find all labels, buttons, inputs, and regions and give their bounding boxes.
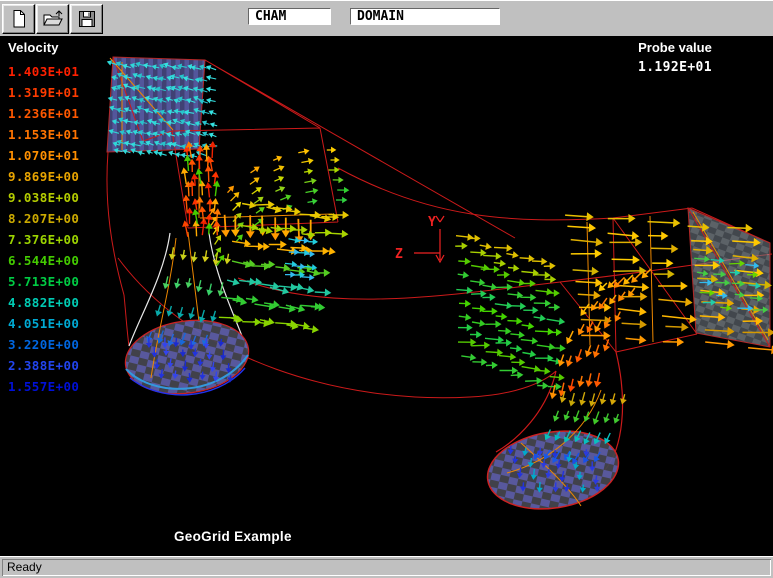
save-floppy-icon [77, 9, 97, 29]
app-window: YZ Velocity 1.403E+01 1.319E+01 1.236E+0… [0, 0, 773, 578]
center-slab-vectors [455, 235, 564, 389]
legend-value: 1.557E+00 [8, 376, 79, 397]
cham-field[interactable] [248, 8, 331, 25]
legend-value: 1.070E+01 [8, 145, 79, 166]
legend-value: 9.038E+00 [8, 187, 79, 208]
status-bar: Ready [0, 556, 773, 578]
open-file-button[interactable] [36, 4, 69, 34]
legend-value: 1.319E+01 [8, 82, 79, 103]
save-file-button[interactable] [70, 4, 103, 34]
domain-field[interactable] [350, 8, 500, 25]
plot-caption: GeoGrid Example [174, 529, 292, 544]
probe-label: Probe value [605, 40, 745, 55]
legend-value: 9.869E+00 [8, 166, 79, 187]
vector-plot-canvas[interactable]: YZ [0, 36, 773, 556]
legend-value: 7.376E+00 [8, 229, 79, 250]
toolbar [0, 0, 773, 36]
legend-value: 4.051E+00 [8, 313, 79, 334]
velocity-legend: 1.403E+01 1.319E+01 1.236E+01 1.153E+01 … [8, 61, 79, 397]
legend-value: 2.388E+00 [8, 355, 79, 376]
legend-value: 1.153E+01 [8, 124, 79, 145]
legend-value: 4.882E+00 [8, 292, 79, 313]
probe-value: 1.192E+01 [605, 60, 745, 75]
legend-value: 3.220E+00 [8, 334, 79, 355]
mid-cyan-vectors [285, 238, 317, 279]
axis-label-z: Z [395, 247, 403, 262]
new-file-button[interactable] [2, 4, 35, 34]
viewport: YZ Velocity 1.403E+01 1.319E+01 1.236E+0… [0, 36, 773, 556]
status-text: Ready [2, 559, 771, 576]
legend-title: Velocity [8, 40, 59, 55]
swirl-core-vectors [182, 142, 220, 236]
right-outlet-disk [482, 422, 624, 518]
legend-value: 8.207E+00 [8, 208, 79, 229]
open-folder-icon [42, 9, 64, 29]
mid-shelf-vectors [219, 202, 348, 332]
new-document-icon [9, 9, 29, 29]
legend-value: 6.544E+00 [8, 250, 79, 271]
probe-readout: Probe value 1.192E+01 [605, 40, 745, 75]
legend-value: 1.403E+01 [8, 61, 79, 82]
axis-label-y: Y [428, 215, 436, 230]
legend-value: 1.236E+01 [8, 103, 79, 124]
legend-value: 5.713E+00 [8, 271, 79, 292]
